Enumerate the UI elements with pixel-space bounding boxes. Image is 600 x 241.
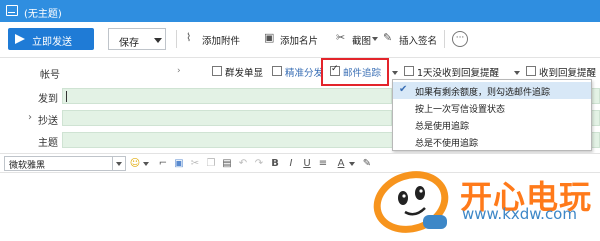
menu-item-label: 总是不使用追踪 bbox=[415, 139, 479, 149]
insert-signature-label: 插入签名 bbox=[399, 36, 438, 47]
window-title: (无主题) bbox=[24, 9, 62, 20]
mail-tracking-highlight bbox=[321, 58, 389, 86]
chevron-down-icon bbox=[514, 71, 520, 75]
text-cursor bbox=[66, 91, 67, 102]
menu-item-always-track[interactable]: 总是使用追踪 bbox=[393, 116, 591, 133]
chevron-down-icon bbox=[349, 162, 355, 166]
screenshot-options-caret[interactable] bbox=[372, 37, 378, 41]
bold-icon[interactable]: B bbox=[268, 157, 282, 170]
font-family-value: 微软雅黑 bbox=[9, 161, 46, 171]
recipients-input[interactable] bbox=[62, 88, 392, 104]
more-options-button[interactable]: ··· bbox=[452, 31, 468, 47]
mail-tracking-menu: ✔ 如果有剩余额度，则勾选邮件追踪 按上一次写信设置状态 总是使用追踪 总是不使… bbox=[392, 79, 592, 151]
format-toolbar: 微软雅黑 ☺ ⌐ ▣ ✂ ❐ ▤ ↶ ↷ B I U ≡ A ✎ bbox=[0, 153, 600, 173]
italic-icon[interactable]: I bbox=[284, 157, 298, 170]
chevron-down-icon bbox=[372, 37, 378, 41]
precise-distribution-label: 精准分发 bbox=[285, 68, 324, 79]
title-bar: (无主题) bbox=[0, 0, 600, 22]
align-icon[interactable]: ≡ bbox=[316, 157, 330, 170]
format-painter-icon[interactable]: ⌐ bbox=[156, 157, 170, 170]
toolbar-divider bbox=[176, 30, 177, 48]
account-chevron-icon[interactable]: › bbox=[177, 66, 181, 76]
toolbar: 立即发送 保存 ⌇ 添加附件 ▣ 添加名片 ✂ 截图 ✎ 插入签名 ··· bbox=[0, 22, 600, 58]
mascot-logo bbox=[373, 171, 449, 233]
add-card-label: 添加名片 bbox=[280, 36, 319, 47]
chevron-down-icon[interactable] bbox=[154, 38, 162, 43]
screenshot-label: 截图 bbox=[352, 36, 372, 47]
account-field[interactable] bbox=[70, 64, 210, 80]
paperclip-icon: ⌇ bbox=[186, 31, 192, 44]
emoji-dropdown[interactable] bbox=[143, 162, 149, 166]
no-reply-reminder-checkbox[interactable] bbox=[404, 66, 414, 76]
add-attachment-label: 添加附件 bbox=[202, 36, 241, 47]
send-individually-option[interactable]: 群发单显 bbox=[212, 65, 268, 79]
send-now-label: 立即发送 bbox=[32, 37, 72, 48]
watermark-url: www.kxdw.com bbox=[462, 205, 577, 223]
menu-item-never-track[interactable]: 总是不使用追踪 bbox=[393, 133, 591, 150]
expand-cc-icon[interactable]: › bbox=[28, 112, 32, 123]
undo-icon[interactable]: ↶ bbox=[236, 157, 250, 170]
no-reply-reminder-caret[interactable] bbox=[514, 71, 520, 75]
font-family-dropdown[interactable] bbox=[112, 157, 125, 170]
precise-distribution-option[interactable]: 精准分发 bbox=[272, 65, 324, 79]
menu-item-label: 总是使用追踪 bbox=[415, 122, 470, 132]
cut-icon[interactable]: ✂ bbox=[188, 157, 202, 170]
redo-icon[interactable]: ↷ bbox=[252, 157, 266, 170]
save-label: 保存 bbox=[119, 38, 139, 49]
reply-received-reminder-option[interactable]: 收到回复提醒 bbox=[526, 65, 596, 79]
menu-item-label: 如果有剩余额度，则勾选邮件追踪 bbox=[415, 88, 551, 98]
checkmark-icon: ✔ bbox=[399, 84, 408, 95]
send-now-button[interactable]: 立即发送 bbox=[8, 28, 94, 50]
no-reply-reminder-label: 1天没收到回复提醒 bbox=[417, 68, 500, 79]
mail-tracking-dropdown-caret[interactable] bbox=[392, 71, 398, 75]
send-individually-checkbox[interactable] bbox=[212, 66, 222, 76]
cc-label: 抄送 bbox=[38, 116, 58, 127]
recipients-label: 发到 bbox=[38, 94, 58, 105]
screenshot-icon: ✂ bbox=[336, 31, 346, 44]
font-family-select[interactable]: 微软雅黑 bbox=[4, 156, 126, 171]
paste-icon[interactable]: ▤ bbox=[220, 157, 234, 170]
add-card-button[interactable]: ▣ 添加名片 bbox=[264, 32, 326, 48]
pen-icon: ✎ bbox=[383, 31, 393, 44]
chevron-down-icon bbox=[143, 162, 149, 166]
contact-card-icon: ▣ bbox=[264, 31, 275, 44]
no-reply-reminder-option[interactable]: 1天没收到回复提醒 bbox=[404, 65, 500, 79]
reply-received-reminder-checkbox[interactable] bbox=[526, 66, 536, 76]
image-icon[interactable]: ▣ bbox=[172, 157, 186, 170]
toolbar-divider bbox=[444, 30, 445, 48]
subject-label: 主题 bbox=[38, 138, 58, 149]
menu-item-label: 按上一次写信设置状态 bbox=[415, 105, 506, 115]
chevron-down-icon bbox=[116, 162, 122, 166]
send-individually-label: 群发单显 bbox=[225, 68, 264, 79]
add-attachment-button[interactable]: ⌇ 添加附件 bbox=[186, 32, 254, 48]
precise-distribution-checkbox[interactable] bbox=[272, 66, 282, 76]
font-color-dropdown[interactable] bbox=[349, 162, 355, 166]
emoji-icon[interactable]: ☺ bbox=[128, 157, 142, 170]
mail-app-icon bbox=[6, 5, 18, 16]
insert-signature-button[interactable]: ✎ 插入签名 bbox=[383, 32, 441, 48]
save-button[interactable]: 保存 bbox=[108, 28, 166, 50]
screenshot-button[interactable]: ✂ 截图 bbox=[336, 31, 372, 48]
account-label: 帐号 bbox=[40, 70, 60, 81]
menu-item-track-if-quota[interactable]: ✔ 如果有剩余额度，则勾选邮件追踪 bbox=[393, 82, 591, 99]
font-color-icon[interactable]: A bbox=[334, 157, 348, 170]
chevron-down-icon bbox=[392, 71, 398, 75]
underline-icon[interactable]: U bbox=[300, 157, 314, 170]
copy-icon[interactable]: ❐ bbox=[204, 157, 218, 170]
menu-item-last-setting[interactable]: 按上一次写信设置状态 bbox=[393, 99, 591, 116]
send-icon bbox=[15, 34, 25, 44]
reply-received-reminder-label: 收到回复提醒 bbox=[539, 68, 597, 79]
cc-input[interactable] bbox=[62, 110, 392, 126]
